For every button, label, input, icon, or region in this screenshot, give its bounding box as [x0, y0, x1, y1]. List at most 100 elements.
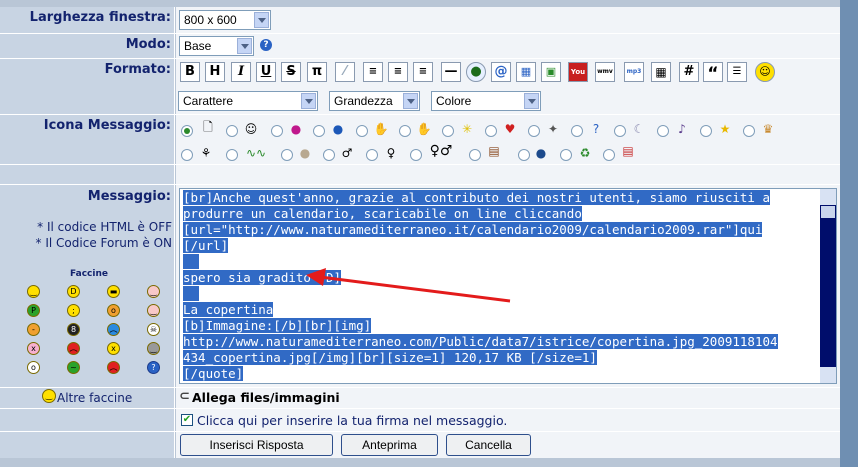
icon-radio[interactable] — [485, 125, 497, 137]
icon-radio[interactable] — [366, 149, 378, 161]
icon-radio[interactable] — [226, 149, 238, 161]
youtube-icon[interactable]: You — [568, 62, 588, 82]
globe-icon[interactable]: ● — [466, 62, 486, 82]
evil-icon[interactable]: ︵ — [107, 361, 120, 374]
message-line-text: 434_copertina.jpg[/img][br][size=1] 120,… — [183, 350, 597, 365]
scroll-thumb[interactable] — [821, 206, 835, 218]
icon-radio[interactable] — [399, 125, 411, 137]
scroll-down-icon[interactable] — [820, 367, 836, 383]
person-icon: ⚘ — [200, 146, 212, 160]
blush-icon[interactable]: ‿ — [147, 285, 160, 298]
sleepy-icon[interactable]: - — [27, 323, 40, 336]
bold-button[interactable]: B — [180, 62, 200, 82]
buttons-label-cell — [0, 432, 175, 458]
wink-icon[interactable]: ; — [67, 304, 80, 317]
big-smile-icon[interactable]: D — [67, 285, 80, 298]
font-select[interactable]: Carattere — [178, 91, 318, 111]
wmv-icon[interactable]: wmv — [595, 62, 615, 82]
smile-icon[interactable]: ‿ — [27, 285, 40, 298]
grumpy-icon[interactable]: ‿ — [147, 342, 160, 355]
align-right-icon[interactable]: ≡ — [413, 62, 433, 82]
eight-ball-icon[interactable]: 8 — [67, 323, 80, 336]
chevron-down-icon[interactable] — [524, 93, 539, 109]
mp3-icon[interactable]: mp3 — [624, 62, 644, 82]
icon-radio[interactable] — [657, 125, 669, 137]
question-smile-icon[interactable]: ? — [147, 361, 160, 374]
cool-icon[interactable]: ▬ — [107, 285, 120, 298]
icon-radio[interactable] — [410, 149, 422, 161]
textarea-scrollbar[interactable] — [820, 189, 836, 383]
chevron-down-icon[interactable] — [237, 38, 252, 54]
icon-radio[interactable] — [469, 149, 481, 161]
quote-button[interactable]: “ — [703, 62, 723, 84]
preview-button[interactable]: Anteprima — [341, 434, 438, 456]
pi-button[interactable]: π — [307, 62, 327, 82]
sick-icon[interactable]: ~ — [67, 361, 80, 374]
email-icon[interactable]: @ — [491, 62, 511, 82]
shock-icon[interactable]: o — [27, 361, 40, 374]
help-icon[interactable]: ? — [260, 39, 272, 51]
chevron-down-icon[interactable] — [403, 93, 418, 109]
icon-radio[interactable] — [700, 125, 712, 137]
list-icon[interactable]: ☰ — [727, 62, 747, 82]
attach-files-link[interactable]: Allega files/immagini — [192, 390, 340, 405]
icon-radio[interactable] — [281, 149, 293, 161]
skull-icon[interactable]: ☠ — [147, 323, 160, 336]
icon-radio[interactable] — [442, 125, 454, 137]
window-width-select[interactable]: 800 x 600 — [179, 10, 271, 30]
smiley-icon[interactable]: ☺ — [755, 62, 775, 82]
scroll-up-icon[interactable] — [820, 189, 836, 205]
icon-radio[interactable] — [356, 125, 368, 137]
icon-radio[interactable] — [560, 149, 572, 161]
code-button[interactable]: # — [679, 62, 699, 82]
cancel-button[interactable]: Cancella — [446, 434, 531, 456]
image-icon[interactable]: ▣ — [541, 62, 561, 82]
icon-radio[interactable] — [323, 149, 335, 161]
icon-radio[interactable] — [528, 125, 540, 137]
smiley-icon[interactable]: ‿ — [42, 389, 56, 403]
italic-button[interactable]: I — [231, 62, 251, 82]
align-left-icon[interactable]: ≡ — [363, 62, 383, 82]
mode-label-cell: Modo: — [0, 34, 175, 58]
horizontal-rule-icon[interactable]: — — [441, 62, 461, 82]
icon-radio[interactable] — [571, 125, 583, 137]
face-icon: ☺ — [244, 122, 258, 136]
chevron-down-icon[interactable] — [301, 93, 316, 109]
icon-radio[interactable] — [518, 149, 530, 161]
message-icon-label: Icona Messaggio: — [43, 118, 171, 133]
submit-reply-button[interactable]: Inserisci Risposta — [180, 434, 333, 456]
mode-select[interactable]: Base — [179, 36, 254, 56]
icon-radio[interactable] — [181, 125, 193, 137]
icon-radio[interactable] — [603, 149, 615, 161]
document-icon: 🗋 — [203, 120, 213, 134]
kiss-icon[interactable]: x — [27, 342, 40, 355]
shy-icon[interactable]: ‿ — [147, 304, 160, 317]
globe-icon: ● — [535, 146, 547, 160]
icon-radio[interactable] — [226, 125, 238, 137]
icon-radio[interactable] — [313, 125, 325, 137]
strike-button[interactable]: S — [281, 62, 301, 82]
tongue-icon[interactable]: P — [27, 304, 40, 317]
table-icon[interactable]: ▦ — [651, 62, 671, 82]
icon-radio[interactable] — [181, 149, 193, 161]
flash-icon[interactable]: ▦ — [516, 62, 536, 82]
worm-icon: ∿∿ — [245, 146, 267, 160]
marquee-icon[interactable]: ⁄ — [335, 62, 355, 82]
color-select[interactable]: Colore — [431, 91, 541, 111]
message-line: [/url] — [183, 238, 229, 254]
size-select[interactable]: Grandezza — [329, 91, 420, 111]
chevron-down-icon[interactable] — [254, 12, 269, 28]
icon-radio[interactable] — [271, 125, 283, 137]
clown-icon[interactable]: o — [107, 304, 120, 317]
dead-icon[interactable]: x — [107, 342, 120, 355]
icon-radio[interactable] — [743, 125, 755, 137]
signature-checkbox[interactable]: ✔ — [181, 414, 193, 426]
angry-icon[interactable]: ︵ — [67, 342, 80, 355]
message-line: [br]Anche quest'anno, grazie al contribu… — [183, 190, 770, 206]
underline-button[interactable]: U — [256, 62, 276, 82]
align-center-icon[interactable]: ≡ — [388, 62, 408, 82]
sad-icon[interactable]: ︵ — [107, 323, 120, 336]
icon-radio[interactable] — [614, 125, 626, 137]
more-smileys-link[interactable]: Altre faccine — [57, 391, 132, 405]
heading-button[interactable]: H — [205, 62, 225, 82]
